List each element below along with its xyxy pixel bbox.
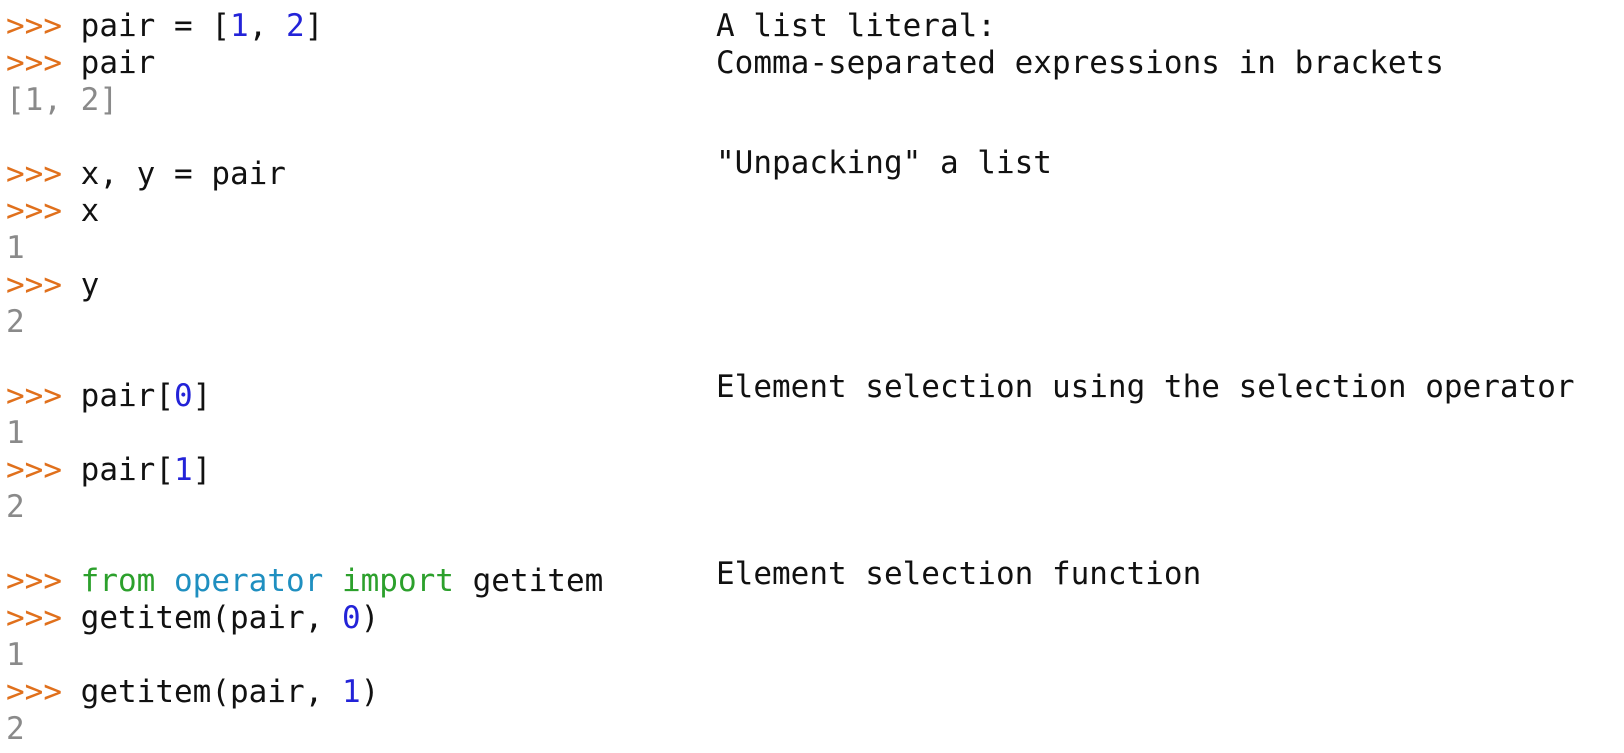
repl-prompt: >>>: [6, 378, 62, 414]
repl-input-line: >>> pair: [6, 45, 155, 82]
repl-prompt: >>>: [6, 452, 62, 488]
repl-output-text: 1: [6, 637, 25, 673]
annotation-list-literal: A list literal:: [716, 8, 996, 44]
repl-prompt: >>>: [6, 45, 62, 81]
code-token: pair[: [80, 452, 174, 488]
repl-input-line: >>> from operator import getitem: [6, 563, 603, 600]
code-token: pair: [80, 45, 156, 81]
code-token: y: [80, 267, 100, 303]
code-token: getitem(pair,: [80, 600, 342, 636]
code-token: ): [360, 674, 380, 710]
repl-prompt: >>>: [6, 193, 62, 229]
annotation-comma-separated: Comma-separated expressions in brackets: [716, 45, 1444, 81]
repl-output-line: 2: [6, 304, 25, 341]
repl-prompt: >>>: [6, 8, 62, 44]
repl-input-line: >>> y: [6, 267, 99, 304]
repl-prompt: >>>: [6, 563, 62, 599]
prompt-spacer: [62, 267, 81, 303]
repl-output-text: 1: [6, 415, 25, 451]
code-token: 0: [174, 378, 193, 414]
code-token: 0: [341, 600, 361, 636]
repl-output-text: [1, 2]: [6, 82, 118, 118]
repl-output-text: 2: [6, 489, 25, 525]
repl-output-line: 2: [6, 711, 25, 748]
repl-input-line: >>> pair[1]: [6, 452, 211, 489]
prompt-spacer: [62, 8, 81, 44]
python-repl-transcript: >>> pair = [1, 2] >>> pair [1, 2] >>> x, y …: [0, 0, 1624, 753]
repl-output-text: 2: [6, 304, 25, 340]
repl-input-line: >>> x, y = pair: [6, 156, 286, 193]
annotation-selection-function: Element selection function: [716, 556, 1202, 592]
repl-output-line: [1, 2]: [6, 82, 118, 119]
code-token: import: [341, 563, 454, 599]
annotation-selection-operator: Element selection using the selection op…: [716, 369, 1575, 405]
prompt-spacer: [62, 674, 81, 710]
repl-input-line: >>> getitem(pair, 1): [6, 674, 379, 711]
prompt-spacer: [62, 45, 81, 81]
code-token: pair[: [80, 378, 174, 414]
code-token: 1: [229, 8, 249, 44]
repl-output-line: 1: [6, 637, 25, 674]
code-token: 2: [285, 8, 305, 44]
code-token: 1: [174, 452, 193, 488]
code-token: operator: [174, 563, 324, 599]
repl-output-line: 1: [6, 415, 25, 452]
repl-output-line: 1: [6, 230, 25, 267]
prompt-spacer: [62, 378, 81, 414]
code-token: ): [360, 600, 380, 636]
code-token: ]: [192, 378, 212, 414]
repl-prompt: >>>: [6, 600, 62, 636]
annotation-unpacking: "Unpacking" a list: [716, 145, 1052, 181]
code-token: getitem(pair,: [80, 674, 342, 710]
repl-output-text: 1: [6, 230, 25, 266]
repl-output-line: 2: [6, 489, 25, 526]
prompt-spacer: [62, 156, 81, 192]
code-token: from: [80, 563, 156, 599]
repl-input-line: >>> x: [6, 193, 99, 230]
repl-input-line: >>> pair[0]: [6, 378, 211, 415]
code-token: x: [80, 193, 100, 229]
prompt-spacer: [62, 193, 81, 229]
prompt-spacer: [62, 452, 81, 488]
code-token: ]: [192, 452, 212, 488]
code-token: ,: [248, 8, 286, 44]
repl-output-text: 2: [6, 711, 25, 747]
repl-prompt: >>>: [6, 156, 62, 192]
prompt-spacer: [62, 600, 81, 636]
repl-input-line: >>> pair = [1, 2]: [6, 8, 323, 45]
prompt-spacer: [62, 563, 81, 599]
code-token: x, y = pair: [80, 156, 286, 192]
repl-input-line: >>> getitem(pair, 0): [6, 600, 379, 637]
code-token: pair = [: [80, 8, 230, 44]
code-token: getitem: [453, 563, 604, 599]
code-token: ]: [304, 8, 324, 44]
code-token: 1: [341, 674, 361, 710]
repl-prompt: >>>: [6, 674, 62, 710]
repl-prompt: >>>: [6, 267, 62, 303]
